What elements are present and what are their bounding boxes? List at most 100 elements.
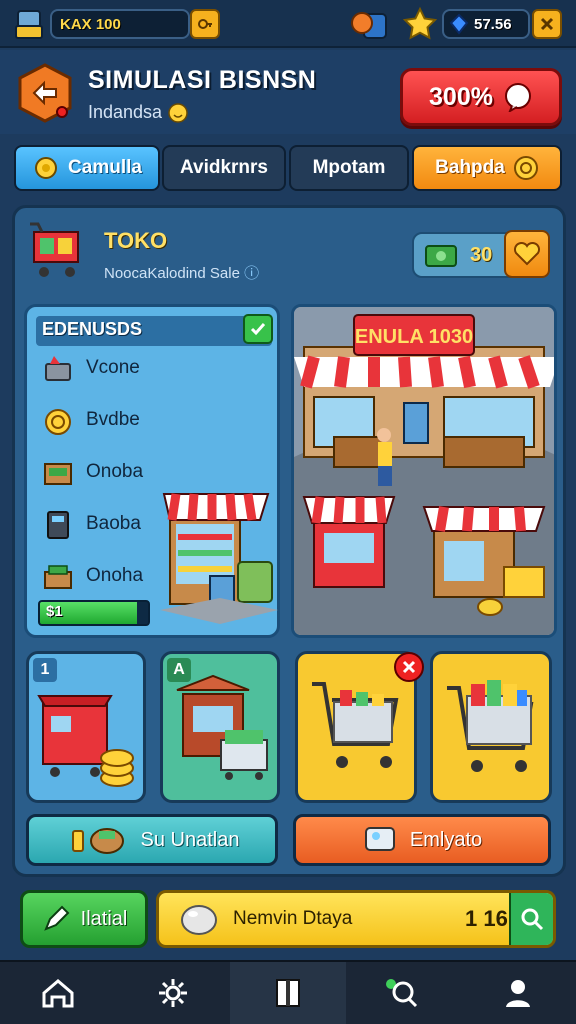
isometric-store-scene: ENULA 1030 [294,307,554,635]
shop-cart-icon [26,218,94,282]
tab-mpotam[interactable]: Mpotam [289,145,409,191]
tab-label: Bahpda [435,157,505,178]
search-button[interactable] [509,893,553,945]
tab-avidkrnrs[interactable]: Avidkrnrs [162,145,286,191]
cog-coin-icon [35,157,58,179]
pencil-icon [43,905,70,931]
nav-home[interactable] [0,962,115,1024]
settings-button[interactable] [190,9,220,39]
business-logo-icon [14,62,76,124]
inventory-check-button[interactable] [243,314,273,344]
info-icon: ⓘ [244,265,260,282]
gem-icon [449,13,469,35]
boost-percent-label: 300% [429,82,493,111]
bottom-nav [0,960,576,1024]
search-icon [521,908,544,931]
gear-icon [158,979,187,1007]
upgrade-tile-kiosk[interactable]: A [160,651,280,803]
search-icon [386,979,418,1008]
close-icon [402,660,416,674]
inventory-item-onoha[interactable]: Onoha [40,556,170,596]
check-icon [250,323,266,336]
store-sign: ENULA 1030 [355,326,473,348]
inventory-item-vcone[interactable]: Vcone [40,348,170,388]
home-icon [42,979,74,1008]
inventory-item-label: Baoba [86,513,141,534]
unlock-button[interactable]: Su Unatlan [26,814,278,866]
page-title: SIMULASI BISNSN [88,66,317,94]
nav-settings[interactable] [115,962,230,1024]
inventory-item-baoba[interactable]: Baoba [40,504,170,544]
basket-coins-icon [71,828,124,854]
player-level-pill: KAX 100 [50,9,190,39]
inventory-item-label: Bvdbe [86,409,140,430]
register-icon [40,350,76,386]
inventory-item-label: Onoba [86,461,144,482]
store-title: TOKO [104,228,168,253]
book-icon [276,979,300,1007]
search-bar-count: 1 16 [465,906,508,931]
key-icon [198,19,212,29]
cash-crate-icon [40,454,76,490]
sphere-icon [181,905,217,935]
edit-label: Ilatial [80,907,128,930]
coin-icon [40,402,76,438]
inventory-header: EDENUSDS [42,319,143,339]
store-subtitle: NoocaKalodind Sale ⓘ [104,262,259,283]
store-subtitle-text: NoocaKalodind Sale [104,265,240,282]
edit-button[interactable]: Ilatial [20,890,148,948]
nav-book[interactable] [230,962,346,1024]
chat-bubble-icon [504,83,531,112]
page-subtitle: Indandsa [88,102,188,123]
coin-icon [513,156,538,180]
employ-label: Emlyato [409,828,483,851]
inventory-item-onoba[interactable]: Onoba [40,452,170,492]
nav-profile[interactable] [461,962,576,1024]
upgrade-tile-cart-a[interactable] [295,651,424,803]
money-stack-icon [40,558,76,594]
tile-number-badge: 1 [33,658,57,682]
upgrade-tile-register[interactable]: 1 [26,651,146,803]
heart-icon [513,242,541,266]
gem-counter: 57.56 [442,9,530,39]
close-icon [540,17,554,31]
close-button[interactable] [532,9,562,39]
search-bar-label: Nemvin Dtaya [233,908,353,929]
player-level-label: KAX 100 [60,15,121,33]
tab-label: Mpotam [312,157,386,178]
tablet-icon [364,827,395,851]
store-scene-view[interactable]: ENULA 1030 [291,304,557,638]
employ-button[interactable]: Emlyato [293,814,551,866]
cash-icon [425,245,457,267]
inventory-item-bvdbe[interactable]: Bvdbe [40,400,170,440]
subtitle-text: Indandsa [88,102,163,122]
tab-label: Avidkrnrs [180,157,268,178]
star-icon[interactable] [402,6,438,42]
tab-label: Camulla [68,157,142,178]
tile-letter-badge: A [167,658,191,682]
full-cart-icon [447,680,534,772]
inventory-item-label: Vcone [86,357,140,378]
tile-letter: A [173,661,185,678]
upgrade-tile-cart-b[interactable] [430,651,552,803]
search-bar[interactable]: Nemvin Dtaya 1 16 [156,890,556,948]
unlock-label: Su Unatlan [140,828,240,851]
inventory-item-label: Onoha [86,565,144,586]
mini-stall-illustration [160,464,278,630]
coin-bag-icon[interactable] [344,8,390,42]
smile-icon [168,102,188,123]
card-reader-icon [40,506,76,542]
player-avatar-icon[interactable] [12,8,48,42]
favorite-button[interactable] [504,230,550,278]
nav-search[interactable] [346,962,461,1024]
cash-value: 30 [470,243,493,266]
gem-count: 57.56 [474,15,512,33]
tab-camulla[interactable]: Camulla [14,145,160,191]
inventory-progress-label: $1 [46,603,63,620]
header: SIMULASI BISNSN Indandsa 300% [0,50,576,134]
tab-bahpda[interactable]: Bahpda [412,145,562,191]
boost-percent-button[interactable]: 300% [400,68,562,126]
remove-badge[interactable] [394,652,424,682]
user-icon [506,980,531,1007]
tile-number: 1 [40,661,50,678]
